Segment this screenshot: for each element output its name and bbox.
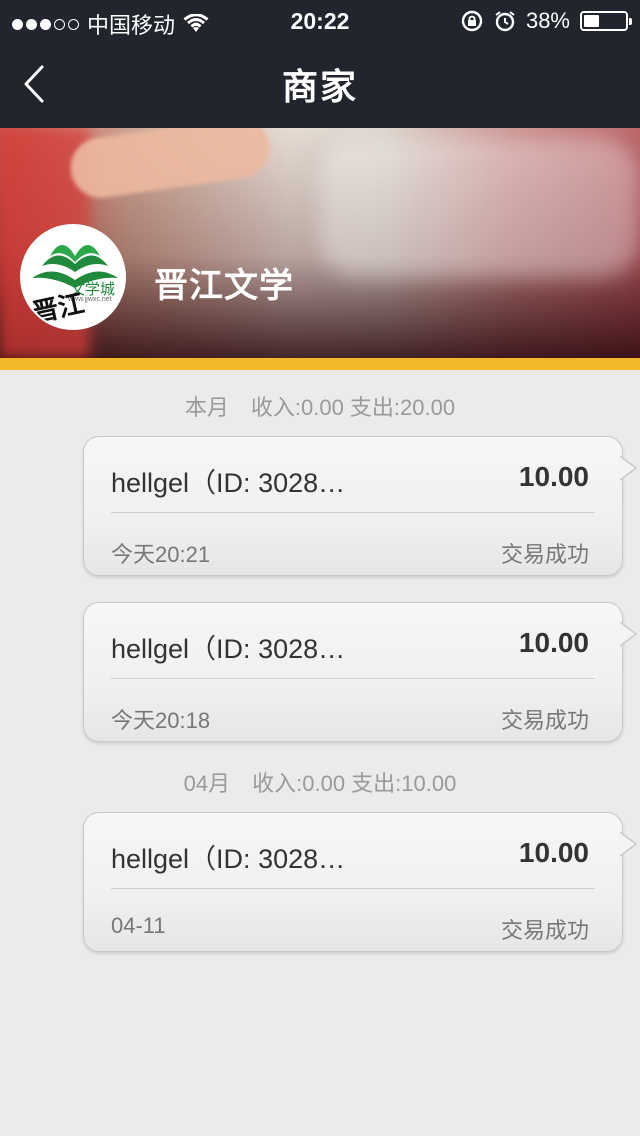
status-label: 交易成功 — [500, 542, 589, 567]
status-label: 交易成功 — [500, 708, 589, 733]
divider — [111, 888, 595, 889]
status-right: 38% — [460, 8, 632, 34]
timestamp: 04-11 — [111, 913, 166, 938]
transaction-card[interactable]: hellgel（ID: 3028… 10.00 今天20:18 交易成功 — [83, 602, 638, 742]
merchant-name: 晋江文学 — [154, 267, 294, 305]
timestamp: 今天20:21 — [111, 542, 211, 567]
battery-percent: 38% — [525, 8, 570, 33]
battery-fill — [584, 15, 600, 27]
transaction-card[interactable]: hellgel（ID: 3028… 10.00 今天20:21 交易成功 — [83, 436, 638, 576]
divider — [111, 512, 595, 513]
divider — [111, 678, 595, 679]
transaction-card[interactable]: hellgel（ID: 3028… 10.00 04-11 交易成功 — [83, 812, 638, 952]
alarm-icon — [495, 11, 515, 32]
month-summary: 本月 收入:0.00 支出:20.00 — [184, 395, 456, 420]
payer-name: hellgel（ID: 3028… — [111, 844, 346, 874]
accent-divider — [0, 358, 640, 370]
rotation-lock-icon — [461, 10, 483, 32]
page-title: 商家 — [281, 66, 358, 107]
amount: 10.00 — [518, 461, 589, 492]
merchant-logo: 文学城 www.jjwxc.net 晋江 — [20, 224, 126, 330]
battery-icon — [580, 11, 632, 31]
payer-name: hellgel（ID: 3028… — [111, 634, 346, 664]
status-label: 交易成功 — [500, 918, 589, 943]
status-bar: 中国移动 20:22 38% — [0, 0, 640, 40]
amount: 10.00 — [518, 627, 589, 658]
top-bar: 中国移动 20:22 38% 商家 — [0, 0, 640, 128]
amount: 10.00 — [518, 837, 589, 868]
month-summary: 04月 收入:0.00 支出:10.00 — [183, 771, 457, 796]
payer-name: hellgel（ID: 3028… — [111, 468, 346, 498]
timestamp: 今天20:18 — [111, 708, 211, 733]
